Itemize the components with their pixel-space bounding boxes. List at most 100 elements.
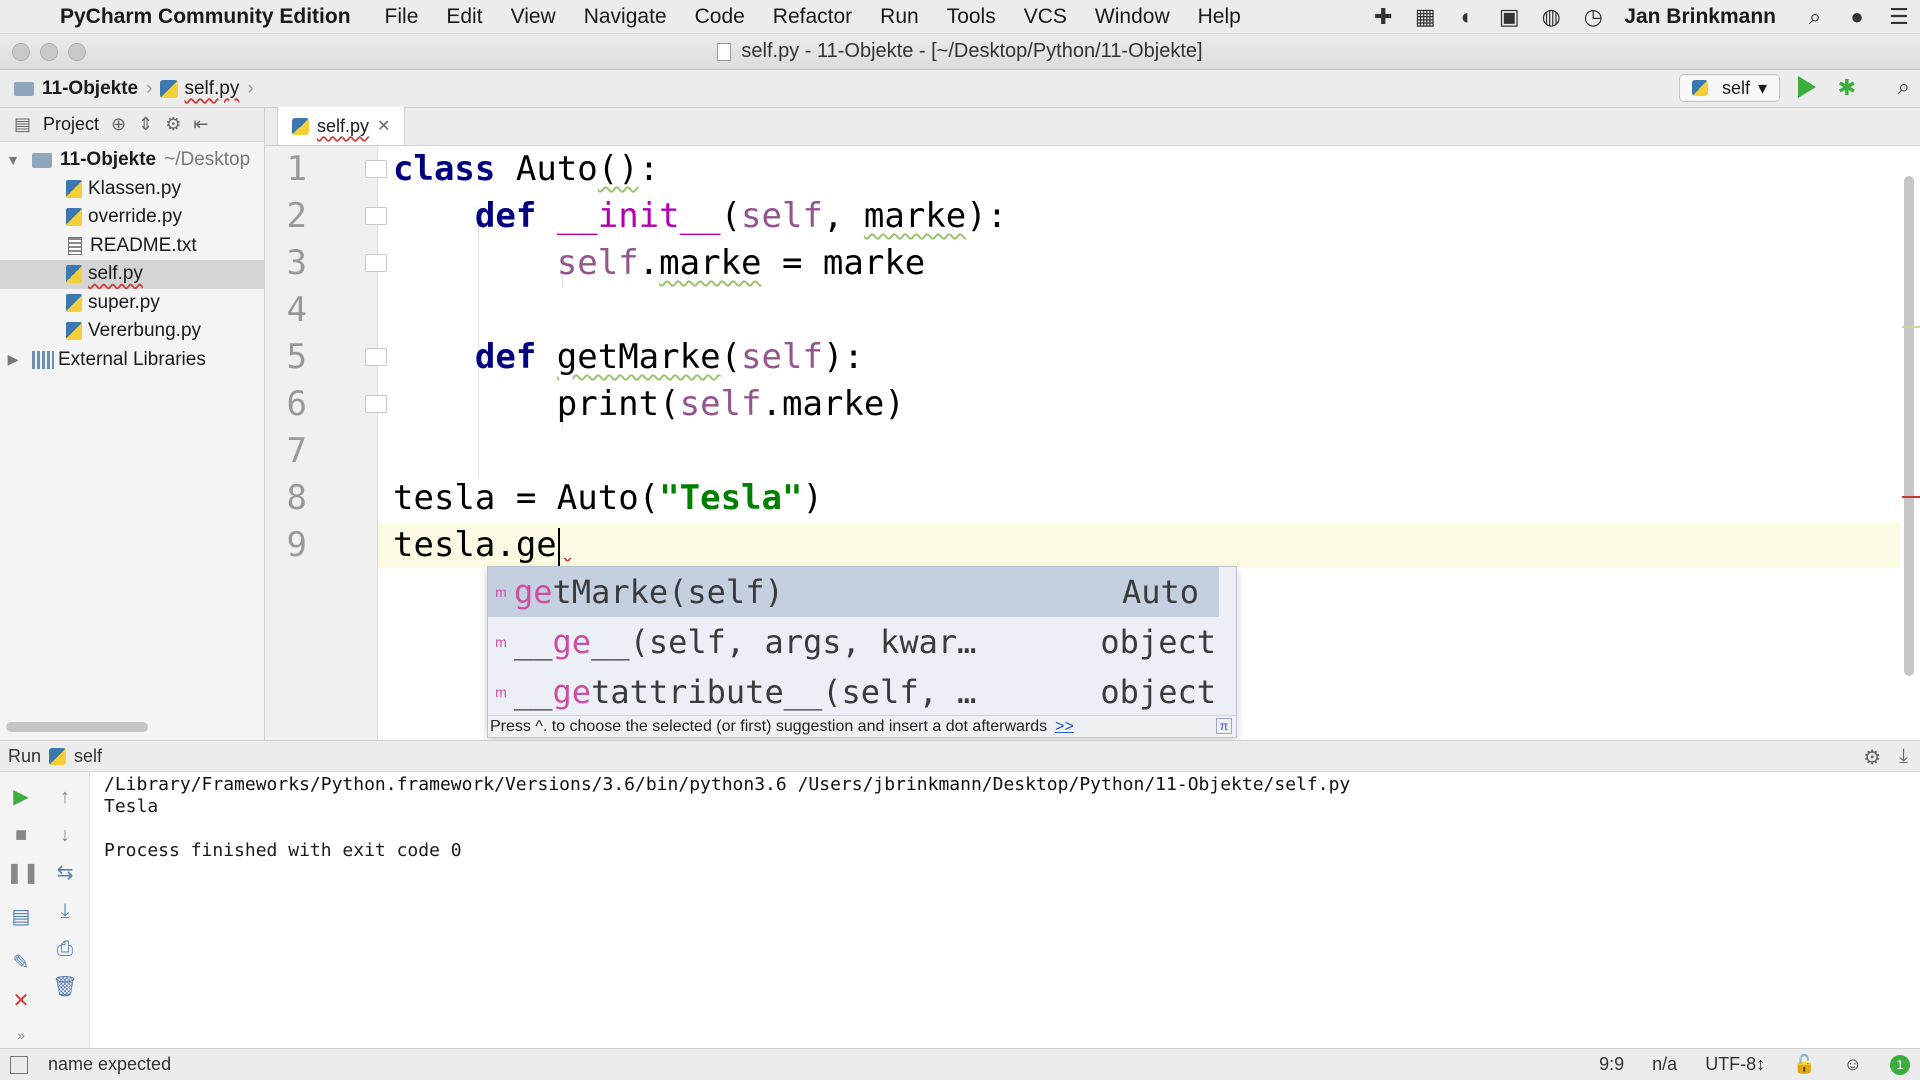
window-controls <box>12 43 86 61</box>
run-configuration-select[interactable]: self ▾ <box>1678 74 1780 102</box>
target-icon[interactable]: ⊕ <box>111 114 126 135</box>
trash-icon[interactable]: 🗑 <box>50 972 80 1002</box>
tree-file[interactable]: override.py <box>0 203 264 232</box>
user-name[interactable]: Jan Brinkmann <box>1624 5 1776 29</box>
soft-wrap-icon[interactable]: ⇆ <box>50 858 80 888</box>
hide-panel-icon[interactable]: ⇤ <box>193 114 208 135</box>
spotlight-search-icon[interactable]: ⌕ <box>1794 4 1836 30</box>
chat-icon[interactable]: ◍ <box>1530 4 1572 30</box>
rerun-icon[interactable]: ▶ <box>6 782 36 812</box>
tool-window-toggle-icon[interactable] <box>10 1055 28 1074</box>
breadcrumb-file[interactable]: self.py <box>184 78 239 100</box>
search-icon[interactable]: ⌕ <box>1898 74 1910 100</box>
chevron-down-icon: ▾ <box>1757 77 1767 98</box>
completion-item[interactable]: m __getattribute__(self, … object <box>488 667 1236 717</box>
close-icon[interactable]: ✕ <box>377 116 390 136</box>
code-line-3: self.marke = marke <box>556 243 926 283</box>
stop-icon[interactable]: ■ <box>6 820 36 850</box>
vertical-scrollbar[interactable] <box>1904 176 1914 676</box>
code-line-2: def __init__(self, marke): <box>474 196 1008 236</box>
close-icon[interactable]: ✕ <box>6 986 36 1016</box>
horizontal-scrollbar[interactable] <box>6 722 148 732</box>
clipboard-icon[interactable]: ▦ <box>1404 4 1446 30</box>
print-icon[interactable]: ⎙ <box>50 934 80 964</box>
run-panel-config[interactable]: self <box>74 746 102 767</box>
python-file-icon <box>292 117 309 135</box>
tree-file[interactable]: Klassen.py <box>0 175 264 204</box>
run-panel-title[interactable]: Run <box>8 746 41 767</box>
moon-icon[interactable]: ◐ <box>1446 4 1488 30</box>
menu-code[interactable]: Code <box>695 5 745 29</box>
tree-file[interactable]: Vererbung.py <box>0 317 264 346</box>
collapse-arrow-icon[interactable]: ▶ <box>4 351 22 368</box>
bug-icon[interactable]: ✱ <box>1838 75 1856 101</box>
fold-marker[interactable] <box>365 254 387 272</box>
menu-vcs[interactable]: VCS <box>1024 5 1067 29</box>
pin-icon[interactable]: ✎ <box>6 948 36 978</box>
completion-item-selected[interactable]: m getMarke(self) Auto <box>488 567 1219 617</box>
run-icon[interactable] <box>1798 76 1816 98</box>
zoom-window-button[interactable] <box>68 43 86 61</box>
console-blank <box>104 818 1906 840</box>
breadcrumb-project[interactable]: 11-Objekte <box>42 78 138 100</box>
code-line-9: tesla.ge ˬ <box>393 522 575 568</box>
project-view-select[interactable]: Project <box>43 114 99 135</box>
tree-external-libraries[interactable]: ▶ External Libraries <box>0 346 264 375</box>
gear-icon[interactable]: ⚙ <box>165 114 181 135</box>
close-window-button[interactable] <box>12 43 30 61</box>
tree-file[interactable]: super.py <box>0 289 264 318</box>
menu-edit[interactable]: Edit <box>446 5 482 29</box>
line-separator[interactable]: n/a <box>1652 1054 1677 1075</box>
cursor-position[interactable]: 9:9 <box>1599 1054 1624 1075</box>
arrow-down-icon[interactable]: ↓ <box>50 820 80 850</box>
fold-marker[interactable] <box>365 207 387 225</box>
collapse-icon[interactable]: ⇕ <box>138 114 153 135</box>
line-number: 2 <box>286 196 307 236</box>
scroll-to-end-icon[interactable]: ⤓ <box>50 896 80 926</box>
plus-icon[interactable]: ✚ <box>1362 4 1404 30</box>
notification-center-icon[interactable]: ☰ <box>1878 4 1920 30</box>
lock-icon[interactable]: 🔓 <box>1793 1054 1815 1075</box>
more-icon[interactable]: » <box>6 1020 36 1050</box>
menu-window[interactable]: Window <box>1095 5 1170 29</box>
fold-marker[interactable] <box>365 160 387 178</box>
tree-root[interactable]: ▼ 11-Objekte ~/Desktop <box>0 146 264 175</box>
event-log-badge[interactable]: 1 <box>1890 1054 1910 1075</box>
expand-arrow-icon[interactable]: ▼ <box>4 152 22 168</box>
tab-self-py[interactable]: self.py ✕ <box>277 107 406 145</box>
completion-item[interactable]: m __ge__(self, args, kwar… object <box>488 617 1236 667</box>
menu-file[interactable]: File <box>385 5 419 29</box>
fold-marker[interactable] <box>365 348 387 366</box>
menu-tools[interactable]: Tools <box>947 5 996 29</box>
app-menu[interactable]: PyCharm Community Edition <box>60 5 351 29</box>
tree-file-selected[interactable]: self.py <box>0 260 264 289</box>
hide-panel-icon[interactable]: ⤓ <box>1899 745 1908 770</box>
tree-file[interactable]: README.txt <box>0 232 264 261</box>
completion-name: getMarke(self) <box>514 573 784 611</box>
minimize-window-button[interactable] <box>40 43 58 61</box>
gear-icon[interactable]: ⚙ <box>1863 745 1881 770</box>
pi-icon[interactable]: π <box>1216 718 1232 734</box>
layout-icon[interactable]: ▤ <box>6 902 36 932</box>
tree-root-name: 11-Objekte <box>60 149 157 171</box>
siri-icon[interactable]: ● <box>1836 4 1878 30</box>
run-console[interactable]: /Library/Frameworks/Python.framework/Ver… <box>90 772 1920 1048</box>
camera-icon[interactable]: ▣ <box>1488 4 1530 30</box>
menu-run[interactable]: Run <box>880 5 919 29</box>
line-number: 1 <box>286 149 307 189</box>
arrow-up-icon[interactable]: ↑ <box>50 782 80 812</box>
time-machine-icon[interactable]: ◷ <box>1572 4 1614 30</box>
warning-stripe[interactable] <box>1902 326 1920 328</box>
menu-navigate[interactable]: Navigate <box>584 5 667 29</box>
pause-icon[interactable]: ❚❚ <box>6 858 40 888</box>
status-message: name expected <box>48 1054 172 1074</box>
menu-help[interactable]: Help <box>1198 5 1241 29</box>
completion-more-link[interactable]: >> <box>1055 718 1074 735</box>
error-caret-icon: ˬ <box>559 533 576 563</box>
menu-refactor[interactable]: Refactor <box>773 5 852 29</box>
error-stripe[interactable] <box>1902 496 1920 498</box>
fold-marker[interactable] <box>365 395 387 413</box>
file-encoding[interactable]: UTF-8↕ <box>1705 1054 1765 1075</box>
menu-view[interactable]: View <box>511 5 556 29</box>
inspector-icon[interactable]: ☺ <box>1844 1054 1862 1075</box>
